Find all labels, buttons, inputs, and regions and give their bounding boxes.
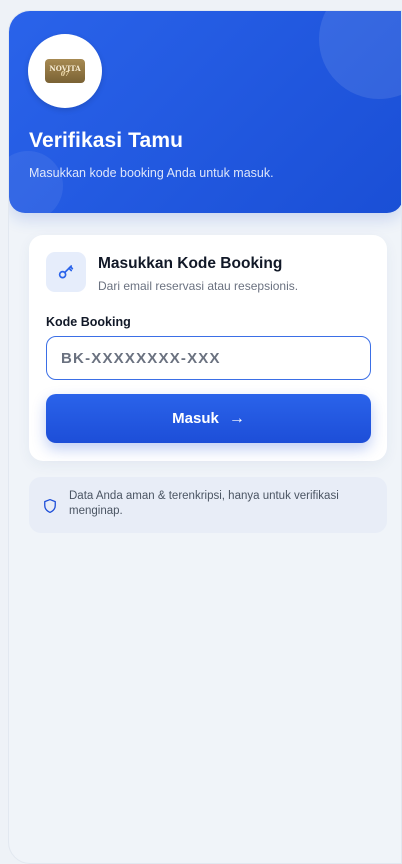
header-banner: NOVITA 07 Verifikasi Tamu Masukkan kode … [9, 11, 401, 213]
security-notice: Data Anda aman & terenkripsi, hanya untu… [29, 477, 387, 533]
submit-label: Masuk [172, 410, 219, 427]
key-icon-box [46, 252, 86, 292]
booking-code-input[interactable] [46, 336, 371, 380]
card-subtitle: Dari email reservasi atau resepsionis. [98, 279, 299, 293]
notice-text: Data Anda aman & terenkripsi, hanya untu… [69, 490, 339, 517]
page-title: Verifikasi Tamu [29, 129, 184, 152]
decorative-circle [319, 11, 401, 99]
shield-icon [44, 498, 56, 514]
decorative-circle [9, 151, 63, 213]
hotel-logo: NOVITA 07 [28, 34, 102, 108]
arrow-right-icon: → [228, 409, 245, 427]
booking-card: Masukkan Kode Booking Dari email reserva… [29, 235, 387, 461]
app-screen: NOVITA 07 Verifikasi Tamu Masukkan kode … [8, 10, 402, 864]
page-subtitle: Masukkan kode booking Anda untuk masuk. [29, 166, 274, 180]
submit-button[interactable]: Masuk → [46, 394, 371, 443]
key-icon [58, 265, 74, 279]
card-title: Masukkan Kode Booking [98, 255, 283, 272]
booking-code-label: Kode Booking [46, 315, 131, 329]
logo-badge: NOVITA 07 [45, 59, 85, 83]
logo-number: 07 [60, 70, 70, 78]
